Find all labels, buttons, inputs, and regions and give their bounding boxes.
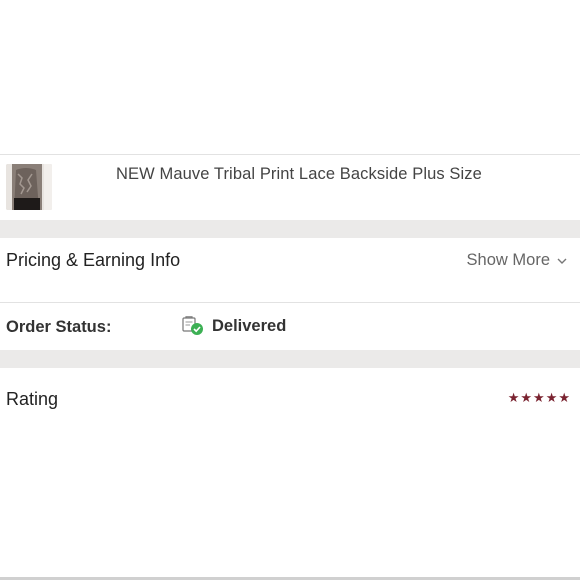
rating-stars: ★ ★ ★ ★ ★ <box>508 390 570 406</box>
pricing-label: Pricing & Earning Info <box>6 250 181 270</box>
order-status-row: Order Status: Delivered <box>0 303 580 350</box>
show-more-button[interactable]: Show More <box>467 251 568 270</box>
order-status-value: Delivered <box>182 316 286 336</box>
order-status-text: Delivered <box>212 316 287 335</box>
star-icon: ★ <box>558 390 570 405</box>
star-icon: ★ <box>533 390 545 405</box>
star-icon: ★ <box>507 390 520 405</box>
section-divider <box>0 220 580 238</box>
rating-label: Rating <box>6 389 59 409</box>
section-divider <box>0 350 580 368</box>
order-status-label: Order Status: <box>6 318 112 336</box>
rating-row: Rating ★ ★ ★ ★ ★ <box>0 368 580 430</box>
chevron-down-icon <box>557 258 567 264</box>
order-item-row[interactable]: NEW Mauve Tribal Print Lace Backside Plu… <box>0 154 580 220</box>
show-more-label: Show More <box>466 251 550 269</box>
delivered-check-icon <box>182 316 203 335</box>
star-icon: ★ <box>545 390 558 405</box>
item-title[interactable]: NEW Mauve Tribal Print Lace Backside Plu… <box>116 165 482 184</box>
star-icon: ★ <box>520 390 533 405</box>
pricing-earning-row[interactable]: Pricing & Earning Info Show More <box>0 238 580 303</box>
product-thumbnail[interactable] <box>6 164 52 210</box>
